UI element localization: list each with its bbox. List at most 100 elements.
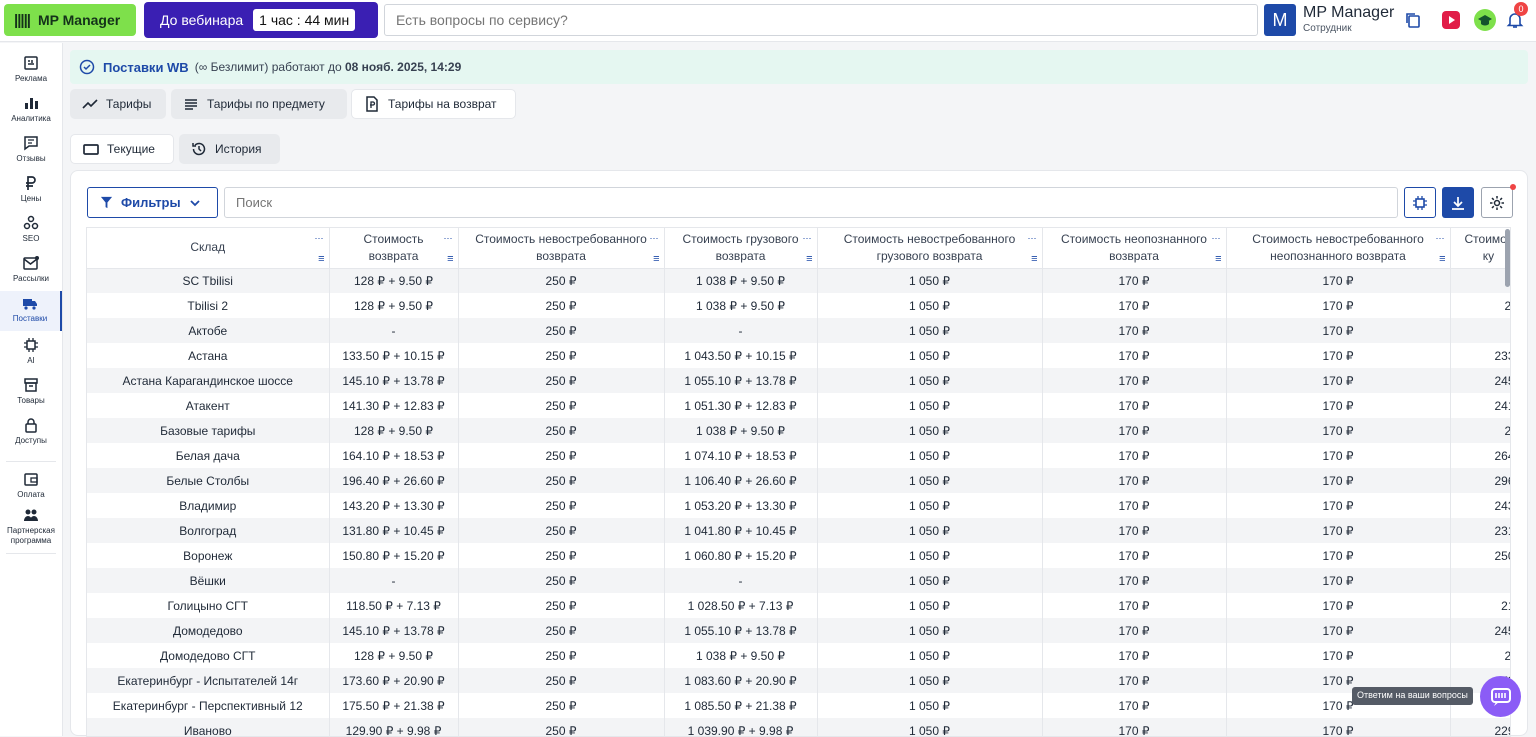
sidebar-item-partners[interactable]: Партнерская программа	[0, 507, 62, 546]
table-cell: 1 083.60 ₽ + 20.90 ₽	[664, 668, 818, 693]
column-header[interactable]: Стоимость невостребованного возврата ⋯ ≡	[458, 228, 665, 269]
table-cell: 1 050 ₽	[817, 518, 1043, 543]
table-cell: 1 050 ₽	[817, 718, 1043, 736]
sidebar-item-access[interactable]: Доступы	[0, 417, 62, 446]
column-menu-icon[interactable]: ⋯	[1028, 234, 1037, 243]
table-cell: 250 ₽	[458, 593, 665, 618]
table-cell: 170 ₽	[1226, 493, 1451, 518]
table-cell: SC Tbilisi	[87, 268, 330, 293]
sidebar-item-analytics[interactable]: Аналитика	[0, 95, 62, 124]
filters-button[interactable]: Фильтры	[87, 187, 218, 218]
table-cell: Астана	[87, 343, 330, 368]
history-icon	[192, 142, 206, 156]
sidebar-item-mailings[interactable]: Рассылки	[0, 255, 62, 284]
partners-icon	[24, 509, 38, 521]
sidebar-item-ai[interactable]: AI	[0, 337, 62, 366]
sidebar: Реклама Аналитика Отзывы Цены SEO Рассыл…	[0, 43, 63, 736]
table-row: Иваново 129.90 ₽ + 9.98 ₽250 ₽1 039.90 ₽ …	[87, 718, 1510, 736]
sidebar-item-reviews[interactable]: Отзывы	[0, 135, 62, 164]
table-cell: 170 ₽	[1042, 493, 1227, 518]
table-row: Вёшки -250 ₽ -1 050 ₽170 ₽170 ₽	[87, 568, 1510, 593]
table-cell: Волгоград	[87, 518, 330, 543]
sidebar-item-seo[interactable]: SEO	[0, 215, 62, 244]
table-row: Домодедово СГТ 128 ₽ + 9.50 ₽250 ₽1 038 ₽…	[87, 643, 1510, 668]
tab-tariffs[interactable]: Тарифы	[70, 89, 166, 119]
column-header[interactable]: Стоимость возврата ⋯ ≡	[329, 228, 459, 269]
tab-tariffs-by-subject[interactable]: Тарифы по предмету	[171, 89, 347, 119]
table-cell: 170 ₽	[1042, 318, 1227, 343]
table-scrollbar[interactable]	[1505, 229, 1510, 287]
column-filter-icon[interactable]: ≡	[1031, 253, 1037, 265]
questions-input[interactable]	[384, 4, 1258, 36]
column-header[interactable]: Стоимость невостребованного грузового во…	[817, 228, 1043, 269]
column-filter-icon[interactable]: ≡	[1439, 253, 1445, 265]
table-cell: Базовые тарифы	[87, 418, 330, 443]
webinar-label: До вебинара	[160, 12, 244, 28]
table-cell: 170 ₽	[1226, 418, 1451, 443]
column-header[interactable]: Стоимость грузового возврата ⋯ ≡	[664, 228, 818, 269]
table-cell: 1 050 ₽	[817, 493, 1043, 518]
chat-button[interactable]	[1480, 676, 1521, 717]
sidebar-item-products[interactable]: Товары	[0, 377, 62, 406]
table-cell: 241.3	[1450, 393, 1510, 418]
search-input[interactable]	[224, 187, 1398, 218]
list-icon	[185, 99, 197, 110]
table-cell: 1 106.40 ₽ + 26.60 ₽	[664, 468, 818, 493]
column-menu-icon[interactable]: ⋯	[650, 234, 659, 243]
table-cell: 250 ₽	[458, 393, 665, 418]
table-cell: 1 050 ₽	[817, 543, 1043, 568]
table-row: Голицыно СГТ 118.50 ₽ + 7.13 ₽250 ₽1 028.…	[87, 593, 1510, 618]
table-cell: Вёшки	[87, 568, 330, 593]
subtab-history[interactable]: История	[179, 134, 280, 164]
column-header[interactable]: Стоимость неопознанного возврата ⋯ ≡	[1042, 228, 1227, 269]
table-settings-button[interactable]	[1481, 187, 1513, 218]
avatar[interactable]: M	[1264, 4, 1296, 36]
video-icon[interactable]	[1440, 9, 1462, 31]
sidebar-item-payment[interactable]: Оплата	[0, 471, 62, 500]
column-filter-icon[interactable]: ≡	[1215, 253, 1221, 265]
table-cell: 1 060.80 ₽ + 15.20 ₽	[664, 543, 818, 568]
sidebar-item-prices[interactable]: Цены	[0, 175, 62, 204]
sidebar-item-ads[interactable]: Реклама	[0, 55, 62, 84]
table-cell: 1 041.80 ₽ + 10.45 ₽	[664, 518, 818, 543]
column-menu-icon[interactable]: ⋯	[1436, 234, 1445, 243]
table-cell: -	[329, 568, 459, 593]
table-cell: 1 043.50 ₽ + 10.15 ₽	[664, 343, 818, 368]
column-filter-icon[interactable]: ≡	[447, 253, 453, 265]
column-filter-icon[interactable]: ≡	[318, 253, 324, 265]
mail-icon	[23, 256, 39, 270]
academy-icon[interactable]	[1474, 9, 1496, 31]
column-menu-icon[interactable]: ⋯	[315, 234, 324, 243]
table-cell: Иваново	[87, 718, 330, 736]
column-header[interactable]: Склад ⋯ ≡	[87, 228, 330, 269]
table-cell: 170 ₽	[1042, 293, 1227, 318]
table-cell: Домодедово	[87, 618, 330, 643]
copy-icon[interactable]	[1402, 9, 1424, 31]
table-cell: 131.80 ₽ + 10.45 ₽	[329, 518, 459, 543]
app-logo[interactable]: ||||| MP Manager	[4, 4, 136, 36]
column-menu-icon[interactable]: ⋯	[1212, 234, 1221, 243]
column-header[interactable]: Стоимость невостребованного неопознанног…	[1226, 228, 1451, 269]
sidebar-item-supplies[interactable]: Поставки	[0, 291, 62, 331]
table-cell: Атакент	[87, 393, 330, 418]
sidebar-divider	[6, 553, 56, 554]
table-cell: 229.9	[1450, 718, 1510, 736]
column-filter-icon[interactable]: ≡	[806, 253, 812, 265]
table-cell: 129.90 ₽ + 9.98 ₽	[329, 718, 459, 736]
table-cell: -	[664, 318, 818, 343]
subscription-notice: Поставки WB (∞ Безлимит) работают до 08 …	[70, 50, 1528, 84]
ai-button[interactable]	[1404, 187, 1436, 218]
webinar-banner[interactable]: До вебинара 1 час : 44 мин	[144, 2, 378, 38]
column-menu-icon[interactable]: ⋯	[444, 234, 453, 243]
download-button[interactable]	[1442, 187, 1474, 218]
table-cell: 231.8	[1450, 518, 1510, 543]
column-menu-icon[interactable]: ⋯	[803, 234, 812, 243]
subtab-current[interactable]: Текущие	[70, 134, 174, 164]
table-cell: 296.4	[1450, 468, 1510, 493]
tab-return-tariffs[interactable]: Тарифы на возврат	[351, 89, 516, 119]
user-name[interactable]: MP Manager	[1303, 4, 1394, 22]
column-filter-icon[interactable]: ≡	[653, 253, 659, 265]
table-cell: 170 ₽	[1226, 468, 1451, 493]
table-cell: 170 ₽	[1042, 368, 1227, 393]
column-header[interactable]: Стоимость ку	[1450, 228, 1510, 269]
